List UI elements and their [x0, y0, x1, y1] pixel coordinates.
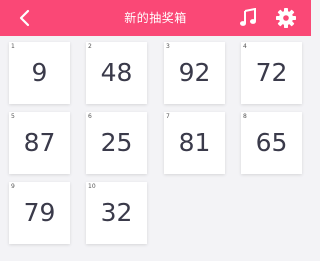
card-number: 72	[255, 58, 288, 87]
card-index: 4	[243, 43, 247, 50]
card-index: 1	[11, 43, 15, 50]
card-number: 87	[23, 128, 56, 157]
card-index: 7	[166, 113, 170, 120]
number-card[interactable]: 9 79	[9, 182, 70, 244]
card-number: 32	[100, 198, 133, 227]
number-card[interactable]: 7 81	[164, 112, 225, 174]
card-index: 10	[88, 183, 96, 190]
gear-icon	[276, 8, 296, 28]
top-bar: 新的抽奖箱	[0, 0, 311, 36]
card-index: 2	[88, 43, 92, 50]
music-note-icon	[240, 7, 256, 26]
music-button[interactable]	[238, 7, 258, 28]
page-title: 新的抽奖箱	[124, 11, 187, 25]
card-index: 9	[11, 183, 15, 190]
number-card[interactable]: 10 32	[86, 182, 147, 244]
card-number: 48	[100, 58, 133, 87]
number-card[interactable]: 1 9	[9, 42, 70, 104]
settings-button[interactable]	[276, 7, 296, 29]
card-number: 65	[255, 128, 288, 157]
card-index: 3	[166, 43, 170, 50]
card-number: 25	[100, 128, 133, 157]
number-card[interactable]: 4 72	[241, 42, 302, 104]
card-number: 9	[31, 58, 48, 87]
number-card[interactable]: 6 25	[86, 112, 147, 174]
lottery-grid: 1 9 2 48 3 92 4 72 5 87 6 25 7 81 8 65 9…	[0, 36, 311, 261]
card-index: 5	[11, 113, 15, 120]
card-number: 81	[178, 128, 211, 157]
number-card[interactable]: 8 65	[241, 112, 302, 174]
number-card[interactable]: 3 92	[164, 42, 225, 104]
card-number: 92	[178, 58, 211, 87]
number-card[interactable]: 2 48	[86, 42, 147, 104]
number-card[interactable]: 5 87	[9, 112, 70, 174]
card-number: 79	[23, 198, 56, 227]
card-index: 6	[88, 113, 92, 120]
card-index: 8	[243, 113, 247, 120]
